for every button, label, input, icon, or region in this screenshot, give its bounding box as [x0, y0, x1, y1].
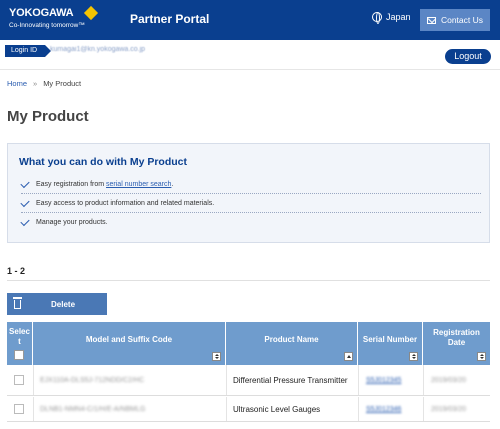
column-header-label: Serial Number — [362, 335, 418, 344]
logout-button[interactable]: Logout — [445, 49, 491, 64]
table-header: Select Model and Suffix Code Product Nam… — [7, 322, 490, 365]
contact-label: Contact Us — [440, 15, 484, 25]
row-select-cell — [14, 397, 24, 421]
info-item-text-before: Easy registration from — [36, 180, 107, 188]
breadcrumb-separator: » — [33, 79, 38, 88]
trash-icon — [13, 297, 22, 310]
registration-date-cell: 2019/03/20 — [431, 376, 467, 384]
row-select-cell — [14, 365, 24, 395]
product-name-cell: Differential Pressure Transmitter — [233, 375, 348, 385]
info-item-text-after: . — [171, 180, 174, 188]
language-label: Japan — [386, 12, 411, 22]
info-item: Easy registration from serial number sea… — [20, 175, 481, 194]
login-strip: Login ID kumagai1@kn.yokogawa.co.jp — [0, 40, 500, 70]
brand-name: YOKOGAWA — [9, 7, 74, 19]
check-icon — [20, 178, 30, 188]
divider — [7, 280, 490, 281]
table-row: EJX110A-DLS5J-712NDD/C2/HC Differential … — [7, 365, 490, 396]
top-header: YOKOGAWA Co-Innovating tomorrow™ Partner… — [0, 0, 500, 40]
check-icon — [20, 197, 30, 207]
breadcrumb: Home » My Product — [7, 79, 81, 88]
delete-button[interactable]: Delete — [7, 293, 107, 315]
product-name-cell: Ultrasonic Level Gauges — [233, 404, 321, 414]
serial-number-search-link[interactable]: serial number search — [106, 181, 171, 188]
info-item-text: Easy registration from serial number sea… — [36, 181, 173, 188]
select-all-checkbox[interactable] — [14, 350, 24, 360]
info-item-text: Manage your products. — [36, 219, 108, 226]
language-selector[interactable]: Japan — [372, 12, 411, 24]
yokogawa-logo[interactable]: YOKOGAWA Co-Innovating tomorrow™ — [9, 5, 99, 35]
column-header-label: Model and Suffix Code — [85, 335, 173, 344]
info-item-text: Easy access to product information and r… — [36, 199, 215, 207]
model-code-cell: DLNB1-NMN4-C/1/H/E-A/NBMLG — [40, 405, 146, 413]
info-item: Easy access to product information and r… — [20, 194, 481, 213]
login-email: kumagai1@kn.yokogawa.co.jp — [50, 46, 146, 53]
login-id-tag: Login ID — [5, 45, 52, 57]
info-heading: What you can do with My Product — [19, 156, 187, 168]
column-header-registration[interactable]: Registration Date — [423, 322, 490, 365]
serial-number-link[interactable]: S5J012345 — [366, 377, 401, 384]
mail-icon — [426, 16, 436, 24]
column-header-select: Select — [7, 322, 33, 365]
info-item: Manage your products. — [20, 213, 481, 232]
sort-ascending-icon[interactable] — [344, 352, 353, 361]
sort-icon[interactable] — [409, 352, 418, 361]
breadcrumb-home-link[interactable]: Home — [7, 79, 27, 88]
column-header-label: Product Name — [264, 335, 319, 344]
breadcrumb-current: My Product — [43, 79, 82, 88]
globe-icon — [372, 12, 382, 24]
serial-number-link[interactable]: S5J012346 — [366, 406, 401, 413]
row-checkbox[interactable] — [14, 404, 24, 414]
column-header-label: Select — [9, 327, 30, 346]
column-header-serial[interactable]: Serial Number — [358, 322, 423, 365]
column-header-product[interactable]: Product Name — [226, 322, 358, 365]
portal-title: Partner Portal — [130, 12, 210, 26]
check-icon — [20, 216, 30, 227]
registration-date-cell: 2019/03/20 — [431, 405, 467, 413]
contact-us-button[interactable]: Contact Us — [420, 9, 490, 31]
serial-number-cell: S5J012345 — [366, 365, 418, 395]
sort-icon[interactable] — [477, 352, 486, 361]
sort-icon[interactable] — [212, 352, 221, 361]
delete-label: Delete — [51, 300, 76, 309]
model-code-cell: EJX110A-DLS5J-712NDD/C2/HC — [40, 376, 145, 384]
column-header-model[interactable]: Model and Suffix Code — [33, 322, 226, 365]
table-row: DLNB1-NMN4-C/1/H/E-A/NBMLG Ultrasonic Le… — [7, 397, 490, 422]
brand-tagline: Co-Innovating tomorrow™ — [9, 22, 85, 29]
info-box: What you can do with My Product Easy reg… — [7, 143, 490, 243]
row-checkbox[interactable] — [14, 375, 24, 385]
column-header-label: Registration Date — [433, 328, 480, 347]
serial-number-cell: S5J012346 — [366, 397, 418, 421]
page-title: My Product — [7, 108, 89, 125]
logo-diamond-icon — [83, 5, 99, 21]
result-count: 1 - 2 — [7, 266, 26, 276]
